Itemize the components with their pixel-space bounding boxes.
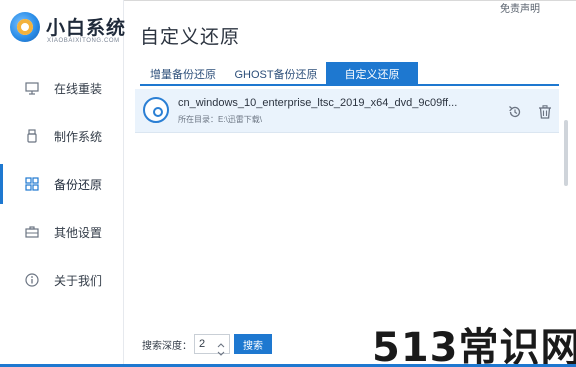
sidebar-item-backup-restore[interactable]: 备份还原 xyxy=(0,160,124,208)
chevron-up-icon[interactable] xyxy=(216,336,226,348)
sidebar-item-label: 其他设置 xyxy=(54,225,103,240)
list-item[interactable]: cn_windows_10_enterprise_ltsc_2019_x64_d… xyxy=(135,89,559,133)
tab-incremental-backup[interactable]: 增量备份还原 xyxy=(140,62,226,86)
disclaimer-link[interactable]: 免责声明 xyxy=(500,0,540,15)
info-icon xyxy=(24,272,40,288)
chevron-down-icon[interactable] xyxy=(216,345,226,356)
tab-ghost-backup[interactable]: GHOST备份还原 xyxy=(230,62,322,86)
sidebar-nav: 在线重装 制作系统 备份还原 其他设置 关于我们 xyxy=(0,64,124,304)
disc-icon xyxy=(143,97,169,123)
search-depth-label: 搜索深度： xyxy=(142,340,192,352)
file-name: cn_windows_10_enterprise_ltsc_2019_x64_d… xyxy=(178,97,458,109)
search-depth-value[interactable]: 2 xyxy=(199,338,205,350)
logo-icon xyxy=(10,12,40,42)
backup-file-list: cn_windows_10_enterprise_ltsc_2019_x64_d… xyxy=(135,89,559,314)
search-button[interactable]: 搜索 xyxy=(234,334,272,354)
logo-title: 小白系统 xyxy=(46,18,127,39)
list-scrollbar[interactable] xyxy=(564,120,568,186)
sidebar-item-about-us[interactable]: 关于我们 xyxy=(0,256,124,304)
tab-custom-restore[interactable]: 自定义还原 xyxy=(326,62,418,86)
backup-icon xyxy=(24,176,40,192)
sidebar-item-label: 备份还原 xyxy=(54,177,103,192)
watermark: 513常识网 xyxy=(372,325,576,367)
sidebar-item-online-install[interactable]: 在线重装 xyxy=(0,64,124,112)
page-title: 自定义还原 xyxy=(140,27,241,48)
app-window: 小白系统 XIAOBAIXITONG.COM 在线重装 制作系统 备份还原 其他… xyxy=(0,0,576,367)
search-depth-group: 搜索深度： 2 搜索 xyxy=(142,334,272,356)
restore-icon[interactable] xyxy=(507,104,523,120)
app-logo: 小白系统 XIAOBAIXITONG.COM xyxy=(8,8,127,50)
usb-icon xyxy=(24,128,40,144)
tab-bar: 增量备份还原 GHOST备份还原 自定义还原 xyxy=(140,62,559,86)
sidebar-item-label: 关于我们 xyxy=(54,273,103,288)
sidebar-item-label: 制作系统 xyxy=(54,129,103,144)
logo-subtitle: XIAOBAIXITONG.COM xyxy=(47,38,120,44)
toolbox-icon xyxy=(24,224,40,240)
monitor-icon xyxy=(24,80,40,96)
search-depth-stepper[interactable]: 2 xyxy=(194,334,230,356)
sidebar-item-other-settings[interactable]: 其他设置 xyxy=(0,208,124,256)
sidebar-item-make-system[interactable]: 制作系统 xyxy=(0,112,124,160)
sidebar-item-label: 在线重装 xyxy=(54,81,103,96)
file-directory: 所在目录：E:\迅雷下载\ xyxy=(178,115,263,124)
sidebar: 小白系统 XIAOBAIXITONG.COM 在线重装 制作系统 备份还原 其他… xyxy=(0,0,127,364)
trash-icon[interactable] xyxy=(537,104,553,120)
